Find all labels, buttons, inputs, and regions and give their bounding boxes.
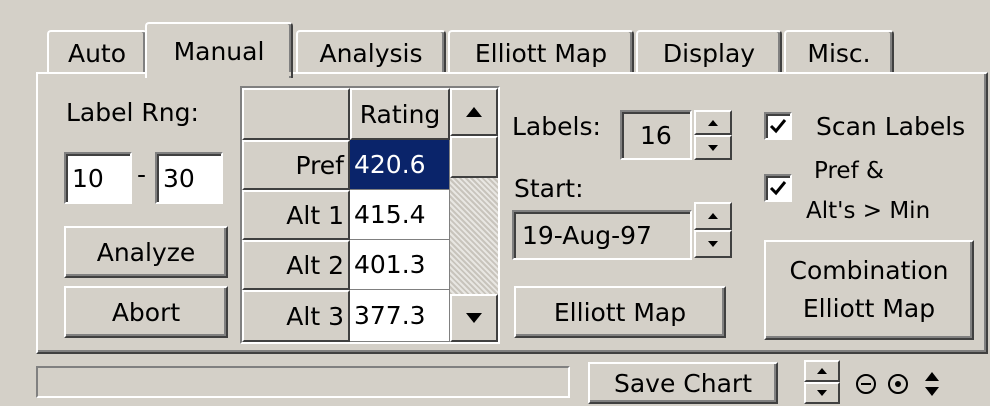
label-range-separator: - <box>137 160 147 189</box>
scan-labels-label: Scan Labels <box>816 112 966 141</box>
scroll-thumb[interactable] <box>450 136 498 178</box>
pref-alts-label-line1: Pref & <box>814 158 884 184</box>
grid-row-label-pref: Pref <box>242 140 350 190</box>
grid-cell-alt2-rating[interactable]: 401.3 <box>350 240 450 290</box>
labels-spin-up[interactable] <box>694 110 732 135</box>
pref-alts-checkbox[interactable] <box>764 174 792 202</box>
grid-row-label-alt1: Alt 1 <box>242 190 350 240</box>
zoom-spin-down[interactable] <box>804 382 840 404</box>
save-chart-button[interactable]: Save Chart <box>588 362 778 404</box>
start-title: Start: <box>514 174 584 203</box>
spin-down-icon <box>817 390 827 396</box>
rating-grid: Rating Pref 420.6 Alt 1 415.4 Alt 2 401.… <box>240 86 500 344</box>
label-range-from-input[interactable]: 10 <box>64 152 132 204</box>
zoom-out-icon[interactable] <box>854 372 878 396</box>
start-date-input[interactable]: 19-Aug-97 <box>512 210 692 260</box>
grid-cell-alt1-rating[interactable]: 415.4 <box>350 190 450 240</box>
spin-down-icon <box>708 144 718 151</box>
checkmark-icon <box>769 181 787 196</box>
labels-title: Labels: <box>512 112 601 141</box>
spin-up-icon <box>708 119 718 126</box>
label-range-title: Label Rng: <box>66 98 199 127</box>
combination-elliott-map-button[interactable]: Combination Elliott Map <box>764 240 974 340</box>
labels-spin-down[interactable] <box>694 135 732 160</box>
spin-up-icon <box>708 213 718 219</box>
zoom-spin-up[interactable] <box>804 360 840 382</box>
abort-button[interactable]: Abort <box>64 286 228 338</box>
start-spin-down[interactable] <box>694 230 732 258</box>
triangle-down-icon <box>466 313 482 323</box>
pref-alts-label-line2: Alt's > Min <box>806 198 931 224</box>
checkmark-icon <box>769 119 787 134</box>
spin-down-icon <box>708 241 718 247</box>
grid-header-rating: Rating <box>350 88 450 140</box>
labels-input[interactable]: 16 <box>620 110 692 160</box>
spin-up-icon <box>817 368 827 374</box>
grid-cell-alt3-rating[interactable]: 377.3 <box>350 290 450 342</box>
label-range-to-input[interactable]: 30 <box>155 152 223 204</box>
zoom-in-icon[interactable] <box>886 372 910 396</box>
grid-corner <box>242 88 350 140</box>
grid-row-label-alt3: Alt 3 <box>242 290 350 342</box>
grid-cell-pref-rating[interactable]: 420.6 <box>350 140 450 190</box>
status-field <box>36 366 570 398</box>
vertical-resize-icon[interactable] <box>922 370 942 398</box>
scan-labels-checkbox[interactable] <box>764 112 792 140</box>
elliott-map-button[interactable]: Elliott Map <box>514 286 726 338</box>
scroll-down-button[interactable] <box>450 294 498 342</box>
start-spin-up[interactable] <box>694 202 732 230</box>
analyze-button[interactable]: Analyze <box>64 226 228 278</box>
grid-row-label-alt2: Alt 2 <box>242 240 350 290</box>
scroll-up-button[interactable] <box>450 88 498 136</box>
triangle-up-icon <box>466 107 482 117</box>
